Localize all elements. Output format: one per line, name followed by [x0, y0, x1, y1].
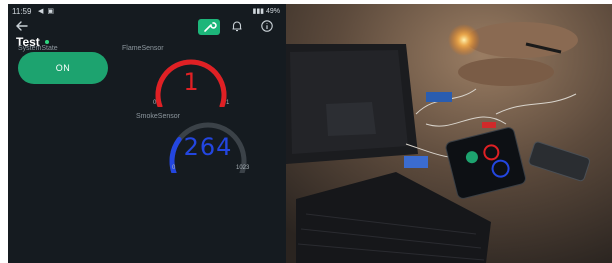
edit-dashboard-button[interactable]	[198, 19, 220, 35]
laptop-keyboard	[290, 50, 408, 154]
flame-sensor-value: 1	[183, 68, 199, 96]
smoke-sensor-min: 0	[172, 165, 176, 171]
signal-icon: ▮▮▮	[252, 8, 266, 15]
status-left-icons: ◀ ▣	[38, 8, 55, 15]
smoke-sensor-label: SmokeSensor	[136, 113, 180, 120]
flame-sensor-min: 0	[153, 100, 157, 106]
flame-sensor-max: 1	[226, 100, 230, 106]
blue-module	[404, 156, 428, 168]
arrow-left-icon[interactable]	[14, 18, 30, 34]
hand-lower	[458, 58, 554, 86]
app-bar	[8, 18, 286, 36]
red-led-module	[482, 122, 496, 128]
sensor-module	[426, 92, 452, 102]
hardware-setup-photo	[286, 4, 612, 263]
smoke-sensor-value: 264	[183, 133, 233, 161]
lighter-flame	[448, 24, 480, 56]
system-state-label: SystemState	[18, 45, 58, 52]
info-icon[interactable]	[260, 19, 274, 33]
smoke-sensor-gauge: 264 0 1023	[146, 121, 270, 173]
status-bar: 11:59 ◀ ▣ ▮▮▮ 49%	[8, 4, 286, 18]
smoke-sensor-max: 1023	[236, 165, 250, 171]
flame-sensor-gauge: 1 0 1	[136, 57, 246, 107]
phone-screenshot: 11:59 ◀ ▣ ▮▮▮ 49% Test SystemState ON Fl…	[8, 4, 286, 263]
status-battery: ▮▮▮ 49%	[252, 7, 280, 15]
bell-icon[interactable]	[230, 19, 244, 33]
laptop-touchpad	[326, 102, 376, 136]
photo-illustration	[286, 4, 612, 263]
hand-upper	[466, 22, 578, 58]
flame-sensor-label: FlameSensor	[122, 45, 164, 52]
online-status-dot	[44, 39, 49, 44]
wrench-icon	[204, 22, 217, 32]
battery-level: 49%	[265, 8, 280, 15]
status-time: 11:59	[12, 7, 32, 16]
system-state-button[interactable]: ON	[18, 52, 108, 84]
